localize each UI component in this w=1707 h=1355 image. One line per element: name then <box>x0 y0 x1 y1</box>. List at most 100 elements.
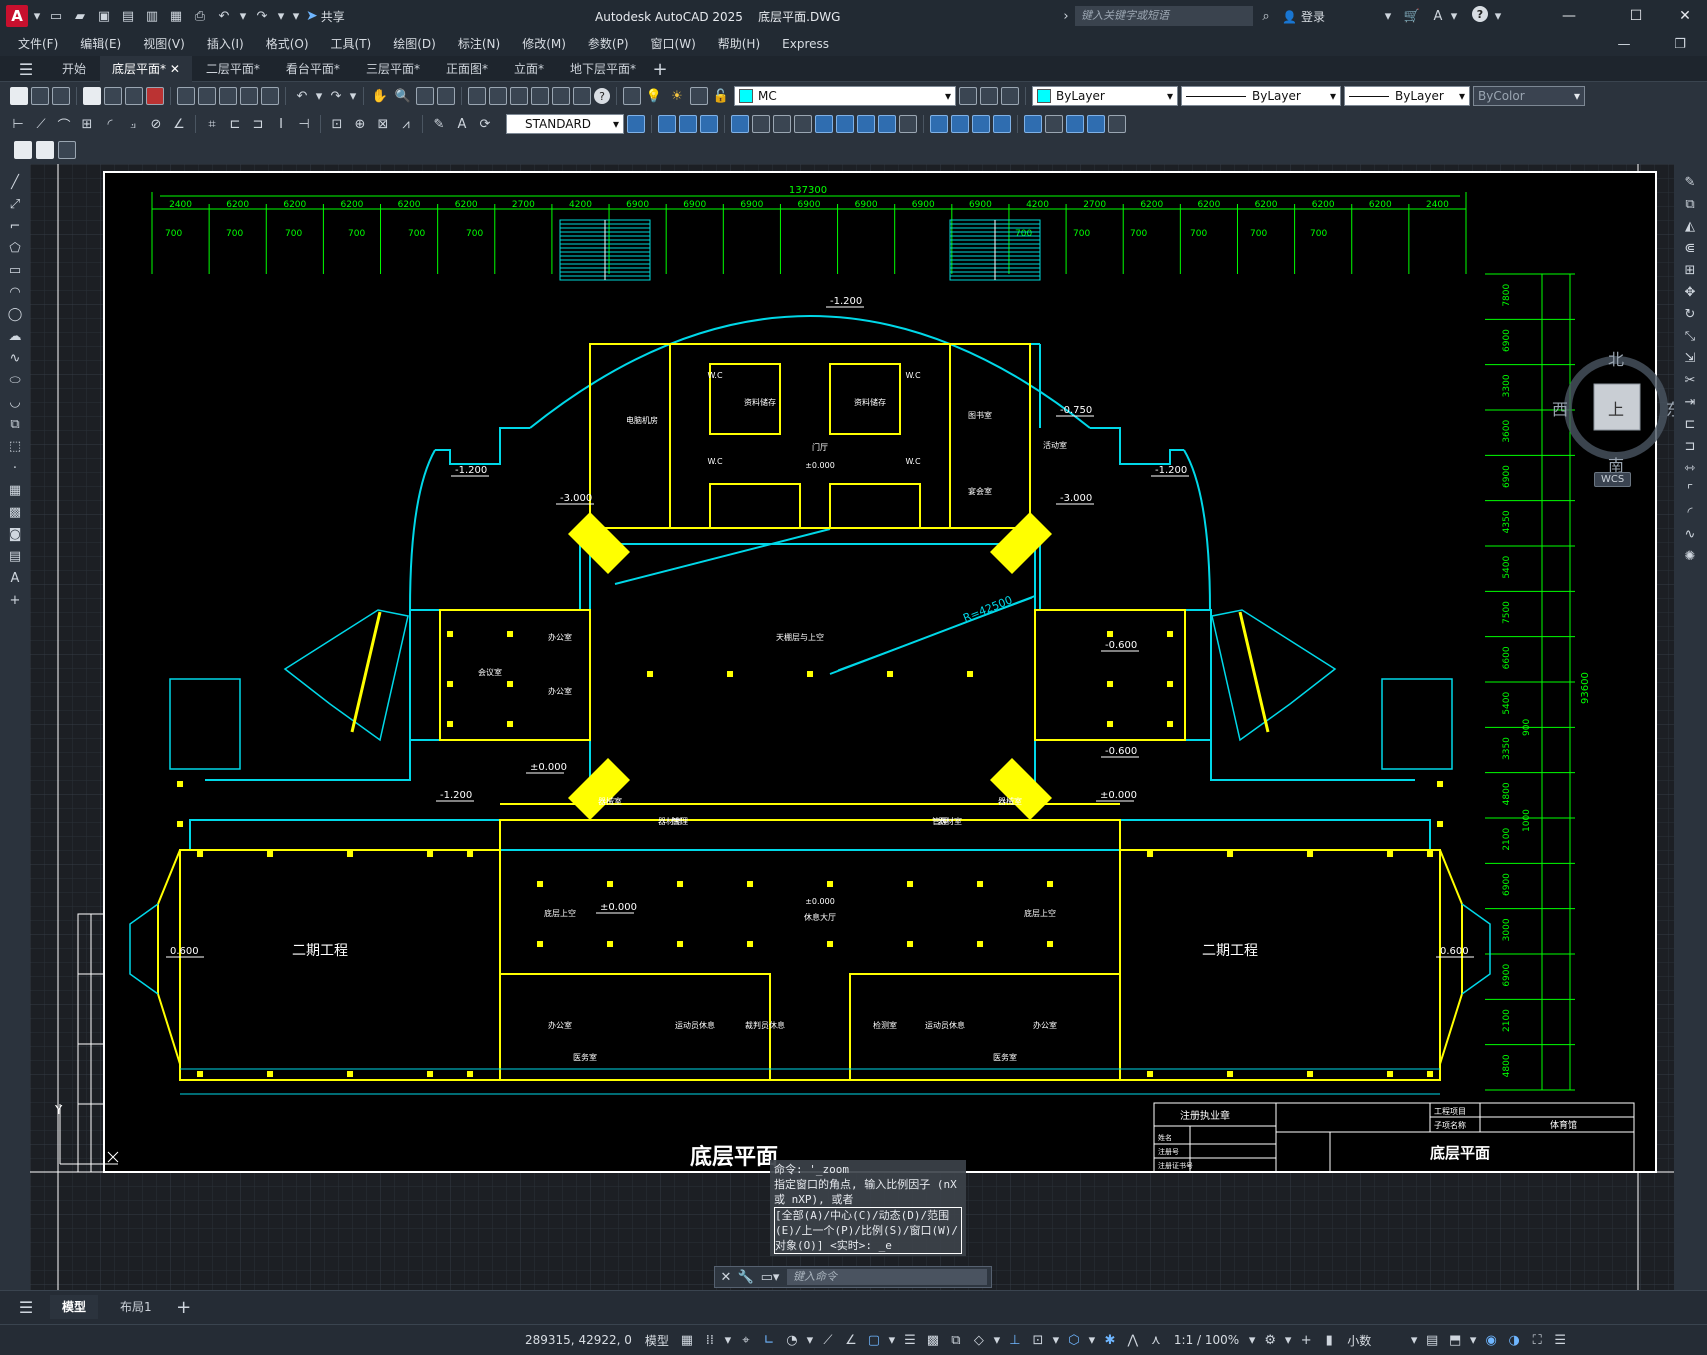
model-space-toggle[interactable]: 模型 <box>640 1329 674 1351</box>
construction-line-icon[interactable]: ⤢ <box>5 194 25 214</box>
new-file-icon[interactable]: ▭ <box>46 6 66 26</box>
menu-item-3[interactable]: 插入(I) <box>207 35 244 52</box>
help-icon[interactable]: ? <box>1472 6 1488 22</box>
menu-item-4[interactable]: 格式(O) <box>266 35 309 52</box>
isodraft-icon[interactable]: ⟋ <box>818 1330 838 1350</box>
workspace-save-icon[interactable] <box>14 141 32 159</box>
customize-status-icon[interactable]: ☰ <box>1550 1330 1570 1350</box>
center-mark-icon[interactable]: ⊕ <box>350 114 370 134</box>
3d-shell-icon[interactable] <box>1045 115 1063 133</box>
quick-properties-icon[interactable]: ▤ <box>1422 1330 1442 1350</box>
plot-tb-icon[interactable] <box>83 87 101 105</box>
tolerance-icon[interactable]: ⊡ <box>327 114 347 134</box>
ellipse-icon[interactable]: ⬭ <box>5 370 25 390</box>
transparency-icon[interactable]: ▩ <box>923 1330 943 1350</box>
file-tab-4[interactable]: 三层平面* <box>354 56 432 82</box>
revcloud-icon[interactable]: ☁ <box>5 326 25 346</box>
search-expand-icon[interactable]: › <box>1060 6 1072 26</box>
arc-icon[interactable]: ◠ <box>5 282 25 302</box>
3d-slice-icon[interactable] <box>899 115 917 133</box>
login-dropdown-icon[interactable]: ▾ <box>1382 6 1394 26</box>
polygon-icon[interactable]: ⬠ <box>5 238 25 258</box>
annotation-scale-value[interactable]: 1:1 / 100% <box>1169 1329 1244 1351</box>
dim-arc-icon[interactable]: ⌒ <box>54 114 74 134</box>
polar-dropdown-icon[interactable]: ▾ <box>805 1330 815 1350</box>
grid-icon[interactable]: ▦ <box>677 1330 697 1350</box>
lock-ui-dropdown-icon[interactable]: ▾ <box>1468 1330 1478 1350</box>
maximize-button[interactable]: ☐ <box>1614 0 1658 32</box>
cut-icon[interactable] <box>177 87 195 105</box>
tab-close-icon[interactable]: ✕ <box>166 62 180 76</box>
wcs-menu[interactable]: WCS <box>1594 472 1632 487</box>
block-editor-icon[interactable] <box>261 87 279 105</box>
quick-dim-icon[interactable]: ⌗ <box>202 114 222 134</box>
plot-icon[interactable]: ⎙ <box>190 6 210 26</box>
copy-icon[interactable] <box>198 87 216 105</box>
layer-freeze-icon[interactable]: ☀ <box>667 86 687 106</box>
osnap-dropdown-icon[interactable]: ▾ <box>887 1330 897 1350</box>
3d-presspull-icon[interactable] <box>752 115 770 133</box>
preview-icon[interactable] <box>104 87 122 105</box>
viewcube-west[interactable]: 西 <box>1552 396 1568 420</box>
linetype-dropdown[interactable]: ByLayer ▾ <box>1181 86 1341 106</box>
redo-tb-dropdown-icon[interactable]: ▾ <box>349 86 357 106</box>
redo-dropdown-icon[interactable]: ▾ <box>276 6 286 26</box>
coordinates-readout[interactable]: 289315, 42922, 0 <box>520 1329 637 1351</box>
move-icon[interactable]: ✥ <box>1680 282 1700 302</box>
lineweight-icon[interactable]: ☰ <box>900 1330 920 1350</box>
undo-icon[interactable]: ↶ <box>214 6 234 26</box>
dim-linear-icon[interactable]: ⊢ <box>8 114 28 134</box>
trim-icon[interactable]: ✂ <box>1680 370 1700 390</box>
login-button[interactable]: 👤 登录 <box>1282 8 1325 25</box>
3d-osnap-dropdown-icon[interactable]: ▾ <box>992 1330 1002 1350</box>
dim-space-icon[interactable]: I <box>271 114 291 134</box>
scale-dropdown-icon[interactable]: ▾ <box>1247 1330 1257 1350</box>
menu-item-7[interactable]: 标注(N) <box>458 35 500 52</box>
autodesk-account-icon[interactable]: A <box>1428 6 1448 26</box>
offset-icon[interactable]: ⋐ <box>1680 238 1700 258</box>
save-as-icon[interactable]: ▤ <box>118 6 138 26</box>
array-icon[interactable]: ⊞ <box>1680 260 1700 280</box>
plotstyle-dropdown[interactable]: ByColor ▾ <box>1473 86 1585 106</box>
layer-state-icon[interactable] <box>1001 87 1019 105</box>
lineweight-dropdown[interactable]: ByLayer ▾ <box>1344 86 1470 106</box>
erase-icon[interactable]: ✎ <box>1680 172 1700 192</box>
clean-screen-icon[interactable]: ⛶ <box>1527 1330 1547 1350</box>
gizmo-icon[interactable]: ⊡ <box>1028 1330 1048 1350</box>
layer-previous-icon[interactable] <box>980 87 998 105</box>
layer-dropdown[interactable]: MC ▾ <box>734 86 956 106</box>
redo-tb-icon[interactable]: ↷ <box>326 86 346 106</box>
help-dropdown-icon[interactable]: ▾ <box>1492 6 1504 26</box>
region-icon[interactable]: ◙ <box>5 524 25 544</box>
qnew-icon[interactable] <box>10 87 28 105</box>
3d-section-icon[interactable] <box>1066 115 1084 133</box>
gizmo-dropdown-icon[interactable]: ▾ <box>1051 1330 1061 1350</box>
workspace-gear-icon[interactable]: ⚙ <box>1260 1330 1280 1350</box>
pdf-icon[interactable] <box>146 87 164 105</box>
save-icon[interactable]: ▣ <box>94 6 114 26</box>
insert-block-icon[interactable]: ⧉ <box>5 414 25 434</box>
table-icon[interactable]: ▤ <box>5 546 25 566</box>
menu-item-2[interactable]: 视图(V) <box>143 35 185 52</box>
3d-rotate-icon[interactable] <box>951 115 969 133</box>
share-button[interactable]: ➤ 共享 <box>306 8 345 25</box>
close-window-button[interactable]: ✕ <box>1663 0 1707 32</box>
dynamic-input-icon[interactable]: ⌖ <box>736 1330 756 1350</box>
menu-item-12[interactable]: Express <box>782 37 829 51</box>
dim-break-icon[interactable]: ⊣ <box>294 114 314 134</box>
3d-fillet-icon[interactable] <box>1108 115 1126 133</box>
copy-object-icon[interactable]: ⧉ <box>1680 194 1700 214</box>
menu-item-6[interactable]: 绘图(D) <box>393 35 436 52</box>
dim-text-edit-icon[interactable]: A <box>452 114 472 134</box>
dim-radius-icon[interactable]: ◜ <box>100 114 120 134</box>
publish-icon[interactable] <box>125 87 143 105</box>
3d-flatshot-icon[interactable] <box>1087 115 1105 133</box>
pan-icon[interactable]: ✋ <box>370 86 390 106</box>
file-tab-3[interactable]: 看台平面* <box>274 56 352 82</box>
sheet-set-icon[interactable] <box>531 87 549 105</box>
new-tab-icon[interactable]: + <box>650 59 670 80</box>
open-folder-icon[interactable]: ▰ <box>70 6 90 26</box>
menu-item-1[interactable]: 编辑(E) <box>80 35 121 52</box>
doc-restore-icon[interactable]: ❐ <box>1670 34 1690 54</box>
layer-lock-icon[interactable]: 🔓 <box>711 86 731 106</box>
